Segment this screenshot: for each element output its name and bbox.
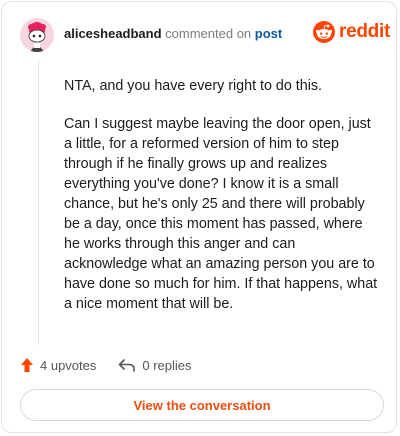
reply-arrow-icon (119, 359, 136, 372)
reply-count: 0 replies (142, 357, 192, 373)
avatar[interactable] (20, 18, 54, 52)
comment-actions: 4 upvotes 0 replies (20, 357, 192, 373)
comment-header: alicesheadband commented on post (64, 26, 282, 42)
thread-line[interactable] (38, 60, 39, 345)
comment-card: alicesheadband commented on post reddit … (1, 1, 397, 433)
comment-body: NTA, and you have every right to do this… (64, 76, 382, 332)
reply-button[interactable]: 0 replies (118, 357, 192, 373)
comment-paragraph: Can I suggest maybe leaving the door ope… (64, 116, 378, 312)
reddit-wordmark: reddit (339, 21, 390, 42)
upvote-arrow-icon (21, 358, 33, 372)
upvote-count: 4 upvotes (40, 357, 97, 373)
upvote-button[interactable]: 4 upvotes (20, 357, 96, 373)
snoo-avatar-icon (20, 18, 54, 52)
username[interactable]: alicesheadband (64, 26, 162, 41)
comment-paragraph: NTA, and you have every right to do this… (64, 78, 323, 94)
action-text: commented on (165, 26, 252, 41)
reddit-logo[interactable]: reddit (313, 21, 390, 43)
post-link[interactable]: post (255, 26, 282, 41)
reddit-alien-icon (313, 21, 335, 43)
view-conversation-button[interactable]: View the conversation (20, 389, 384, 421)
